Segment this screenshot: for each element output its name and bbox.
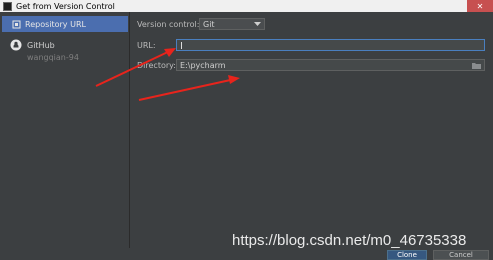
sidebar-item-label: Repository URL bbox=[25, 19, 86, 29]
folder-icon[interactable] bbox=[472, 62, 481, 69]
directory-label: Directory: bbox=[137, 61, 176, 70]
title-bar: Get from Version Control ✕ bbox=[0, 0, 493, 12]
github-icon bbox=[10, 39, 22, 51]
version-control-select[interactable]: Git bbox=[199, 18, 265, 30]
sidebar: Repository URL GitHub wangqian-94 bbox=[0, 12, 130, 260]
watermark: https://blog.csdn.net/m0_46735338 bbox=[232, 232, 467, 249]
cancel-button[interactable]: Cancel bbox=[433, 250, 489, 260]
sidebar-item-label: GitHub bbox=[27, 40, 55, 50]
url-label: URL: bbox=[137, 41, 156, 50]
directory-input[interactable]: E:\pycharm bbox=[176, 59, 485, 71]
app-icon bbox=[3, 1, 12, 11]
sidebar-item-github[interactable]: GitHub wangqian-94 bbox=[10, 39, 79, 62]
window-title: Get from Version Control bbox=[16, 1, 115, 11]
repository-icon bbox=[12, 20, 21, 28]
text-caret bbox=[181, 42, 182, 49]
chevron-down-icon bbox=[254, 21, 261, 26]
github-account: wangqian-94 bbox=[27, 53, 79, 62]
url-input[interactable] bbox=[176, 39, 485, 51]
main-panel: Version control: Git URL: Directory: E:\… bbox=[131, 12, 493, 260]
version-control-value: Git bbox=[203, 19, 215, 29]
version-control-label: Version control: bbox=[137, 20, 200, 29]
close-button[interactable]: ✕ bbox=[467, 0, 493, 12]
sidebar-item-repository-url[interactable]: Repository URL bbox=[2, 16, 128, 32]
clone-button[interactable]: Clone bbox=[387, 250, 427, 260]
button-bar: Clone Cancel bbox=[0, 248, 493, 260]
close-icon: ✕ bbox=[476, 1, 484, 11]
directory-value: E:\pycharm bbox=[180, 60, 226, 70]
